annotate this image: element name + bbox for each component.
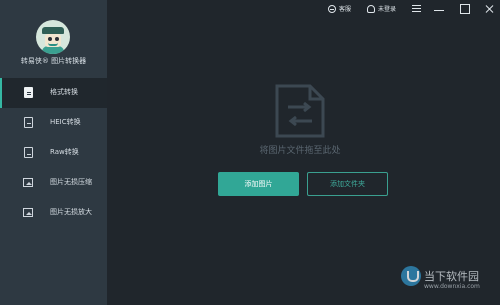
login-button[interactable]: 未登录 xyxy=(367,4,396,13)
chat-icon xyxy=(328,4,336,13)
sidebar-item-raw-convert[interactable]: Raw转换 xyxy=(0,138,107,168)
menu-icon[interactable] xyxy=(412,5,422,15)
sidebar-item-label: 图片无损压缩 xyxy=(50,178,92,186)
sidebar-item-image-compress[interactable]: 图片无损压缩 xyxy=(0,168,107,198)
app-brand-name: 转易侠® 图片转换器 xyxy=(20,57,87,65)
maximize-icon[interactable] xyxy=(460,4,470,14)
add-image-button[interactable]: 添加图片 xyxy=(218,172,299,196)
watermark-name: 当下软件园 xyxy=(424,270,479,283)
sidebar-item-label: Raw转换 xyxy=(50,148,79,156)
image-compress-icon xyxy=(22,176,34,190)
app-window: 转易侠® 图片转换器 格式转换 HEIC转换 Raw转换 图片无损压缩 图片无损… xyxy=(0,0,500,305)
sidebar-item-label: HEIC转换 xyxy=(50,118,81,126)
customer-service-button[interactable]: 客服 xyxy=(328,4,351,13)
heic-file-icon xyxy=(22,116,34,130)
watermark-logo xyxy=(401,266,421,286)
sidebar: 转易侠® 图片转换器 格式转换 HEIC转换 Raw转换 图片无损压缩 图片无损… xyxy=(0,0,107,305)
minimize-icon[interactable] xyxy=(434,4,444,11)
login-label: 未登录 xyxy=(378,6,397,13)
file-convert-icon xyxy=(275,84,325,138)
sidebar-item-image-enlarge[interactable]: 图片无损放大 xyxy=(0,198,107,228)
close-icon[interactable] xyxy=(485,4,495,14)
user-icon xyxy=(367,4,375,13)
format-convert-icon xyxy=(22,86,34,100)
add-folder-button[interactable]: 添加文件夹 xyxy=(307,172,388,196)
raw-file-icon xyxy=(22,146,34,160)
watermark-url: www.downxia.com xyxy=(424,283,480,290)
drop-hint: 将图片文件拖至此处 xyxy=(259,146,341,156)
sidebar-item-heic-convert[interactable]: HEIC转换 xyxy=(0,108,107,138)
sidebar-item-format-convert[interactable]: 格式转换 xyxy=(0,78,107,108)
image-enlarge-icon xyxy=(22,206,34,220)
sidebar-item-label: 图片无损放大 xyxy=(50,208,92,216)
app-logo xyxy=(36,20,70,54)
customer-service-label: 客服 xyxy=(339,6,352,13)
title-bar: 客服 未登录 xyxy=(107,0,500,18)
sidebar-item-label: 格式转换 xyxy=(50,88,78,96)
